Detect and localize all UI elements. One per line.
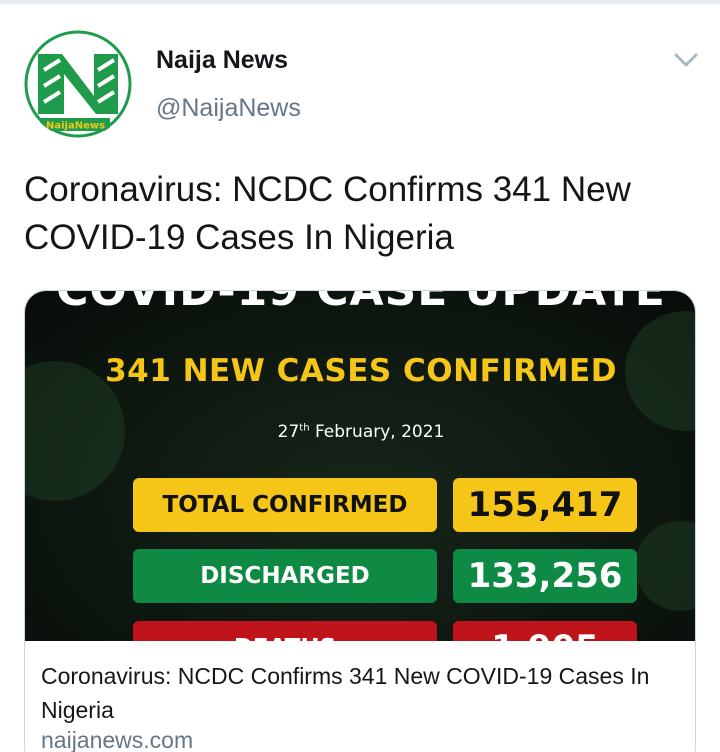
avatar[interactable]: NaijaNews: [24, 30, 132, 138]
image-banner: COVID-19 CASE UPDATE: [25, 291, 695, 316]
discharged-value: 133,256: [453, 549, 637, 603]
author-name[interactable]: Naija News: [156, 46, 288, 75]
chevron-down-icon[interactable]: [672, 48, 700, 72]
discharged-label: DISCHARGED: [133, 549, 437, 603]
date-rest: February, 2021: [309, 422, 445, 442]
virus-decoration: [635, 521, 695, 611]
naijanews-logo-icon: NaijaNews: [24, 30, 132, 138]
image-headline: 341 NEW CASES CONFIRMED: [105, 353, 617, 389]
date-day: 27: [277, 422, 300, 442]
avatar-label: NaijaNews: [46, 121, 105, 132]
card-domain[interactable]: naijanews.com: [41, 727, 193, 752]
tweet-text: Coronavirus: NCDC Confirms 341 New COVID…: [24, 170, 631, 257]
total-confirmed-label: TOTAL CONFIRMED: [133, 478, 437, 532]
image-date: 27th February, 2021: [25, 422, 695, 442]
deaths-label: DEATHS: [133, 621, 437, 641]
top-divider: [0, 0, 720, 4]
card-image[interactable]: COVID-19 CASE UPDATE 341 NEW CASES CONFI…: [25, 291, 695, 641]
author-handle[interactable]: @NaijaNews: [156, 94, 301, 123]
link-card[interactable]: COVID-19 CASE UPDATE 341 NEW CASES CONFI…: [24, 290, 696, 752]
total-confirmed-value: 155,417: [453, 478, 637, 532]
card-title[interactable]: Coronavirus: NCDC Confirms 341 New COVID…: [41, 659, 689, 727]
deaths-value: 1,905: [453, 621, 637, 641]
date-suffix: th: [299, 422, 310, 434]
